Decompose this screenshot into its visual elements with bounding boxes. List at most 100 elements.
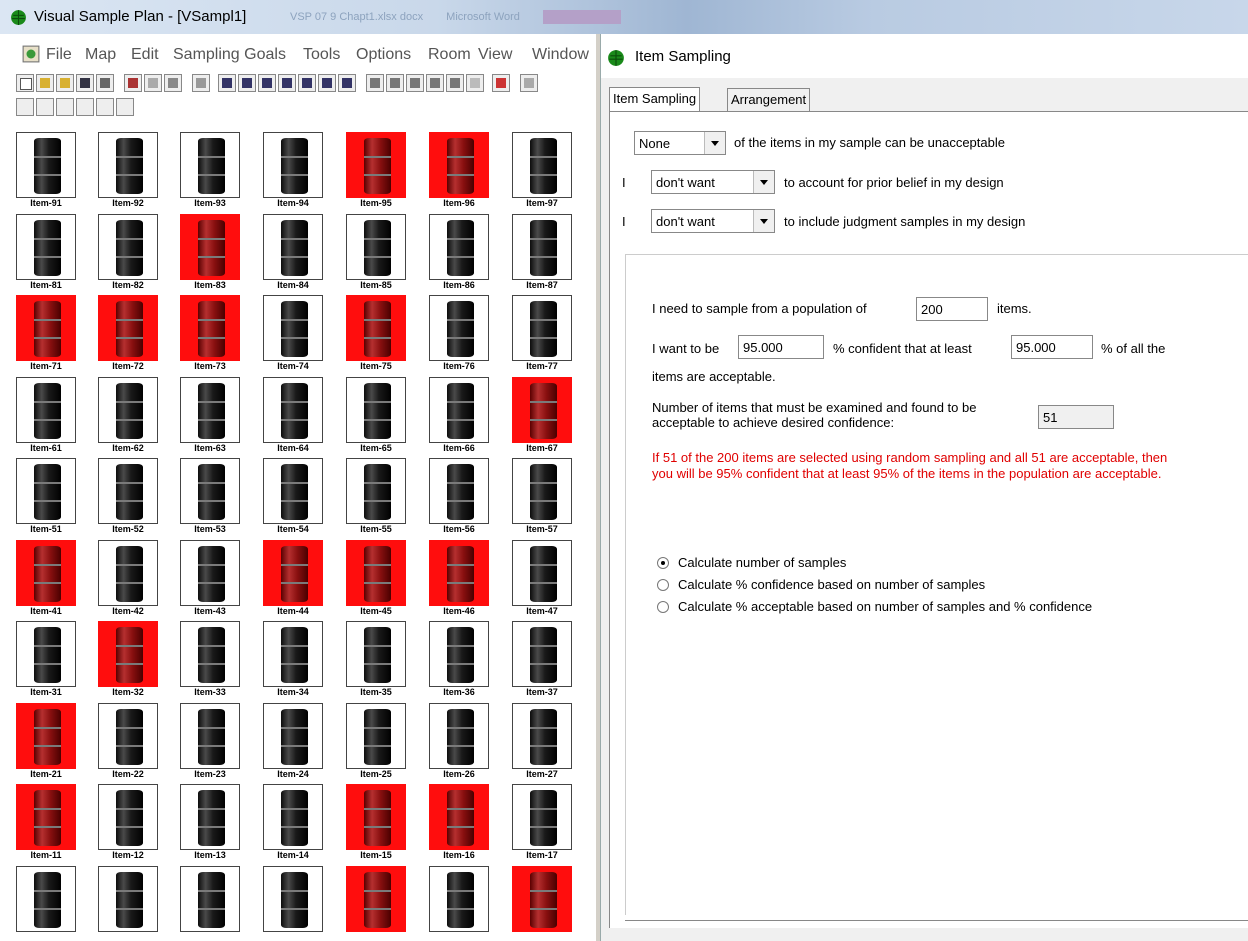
item-cell[interactable]: Item-37 xyxy=(512,621,572,699)
item-cell[interactable]: Item-16 xyxy=(429,784,489,862)
item-cell[interactable]: Item-23 xyxy=(180,702,240,781)
cost-view-icon[interactable] xyxy=(258,74,276,92)
item-cell[interactable]: Item-15 xyxy=(346,784,406,862)
item-cell[interactable]: Item-22 xyxy=(98,702,158,781)
sample-pin-icon[interactable] xyxy=(366,74,384,92)
pan-hand-icon[interactable] xyxy=(446,74,464,92)
item-cell[interactable]: Item-85 xyxy=(346,213,406,292)
menu-view[interactable]: View xyxy=(478,46,512,64)
item-cell[interactable]: Item-82 xyxy=(98,213,158,292)
item-cell[interactable]: Item-76 xyxy=(429,295,489,373)
item-cell[interactable]: Item-21 xyxy=(16,702,76,781)
polyline-tool-icon[interactable] xyxy=(16,98,34,116)
item-cell[interactable]: Item-56 xyxy=(429,458,489,536)
item-cell[interactable]: Item-33 xyxy=(180,621,240,699)
calc-acceptable-radio[interactable] xyxy=(657,601,669,613)
item-cell[interactable]: Item-31 xyxy=(16,621,76,699)
item-cell[interactable]: Item-62 xyxy=(98,376,158,455)
item-cell[interactable]: Item-51 xyxy=(16,458,76,536)
item-cell[interactable] xyxy=(263,865,323,941)
paste-icon[interactable] xyxy=(164,74,182,92)
ellipse-tool-icon[interactable] xyxy=(56,98,74,116)
text-tool-icon[interactable] xyxy=(96,98,114,116)
item-cell[interactable]: Item-12 xyxy=(98,784,158,862)
cut-icon[interactable] xyxy=(124,74,142,92)
item-cell[interactable]: Item-63 xyxy=(180,376,240,455)
item-cell[interactable]: Item-64 xyxy=(263,376,323,455)
item-cell[interactable]: Item-84 xyxy=(263,213,323,292)
item-cell[interactable]: Item-71 xyxy=(16,295,76,373)
menu-options[interactable]: Options xyxy=(356,46,411,64)
item-cell[interactable]: Item-86 xyxy=(429,213,489,292)
table-view-icon[interactable] xyxy=(338,74,356,92)
item-cell[interactable]: Item-72 xyxy=(98,295,158,373)
item-cell[interactable]: Item-55 xyxy=(346,458,406,536)
copy-icon[interactable] xyxy=(144,74,162,92)
help-icon[interactable] xyxy=(520,74,538,92)
item-cell[interactable]: Item-65 xyxy=(346,376,406,455)
unacceptable-count-select[interactable]: None xyxy=(634,131,726,155)
judgment-select[interactable]: don't want xyxy=(651,209,775,233)
item-cell[interactable]: Item-41 xyxy=(16,539,76,618)
grid-tool-icon[interactable] xyxy=(116,98,134,116)
population-size-input[interactable] xyxy=(916,297,988,321)
item-cell[interactable]: Item-53 xyxy=(180,458,240,536)
calc-confidence-label[interactable]: Calculate % confidence based on number o… xyxy=(678,577,985,592)
item-cell[interactable]: Item-13 xyxy=(180,784,240,862)
item-cell[interactable]: Item-54 xyxy=(263,458,323,536)
item-cell[interactable]: Item-87 xyxy=(512,213,572,292)
tab-item-sampling[interactable]: Item Sampling xyxy=(609,87,701,112)
item-cell[interactable]: Item-73 xyxy=(180,295,240,373)
document-icon[interactable] xyxy=(22,45,40,63)
menu-room[interactable]: Room xyxy=(428,46,471,64)
item-cell[interactable]: Item-67 xyxy=(512,376,572,455)
menu-file[interactable]: File xyxy=(46,46,72,64)
item-cell[interactable]: Item-42 xyxy=(98,539,158,618)
calc-samples-radio[interactable] xyxy=(657,557,669,569)
exit-icon[interactable] xyxy=(492,74,510,92)
3d-view-icon[interactable] xyxy=(318,74,336,92)
item-cell[interactable]: Item-17 xyxy=(512,784,572,862)
item-cell[interactable]: Item-11 xyxy=(16,784,76,862)
report-view-icon[interactable] xyxy=(278,74,296,92)
item-cell[interactable] xyxy=(16,865,76,941)
item-cell[interactable] xyxy=(512,865,572,941)
item-cell[interactable] xyxy=(346,865,406,941)
menu-sampling-goals[interactable]: Sampling Goals xyxy=(173,46,286,64)
menu-tools[interactable]: Tools xyxy=(303,46,340,64)
item-cell[interactable]: Item-14 xyxy=(263,784,323,862)
menu-window[interactable]: Window xyxy=(532,46,589,64)
item-cell[interactable]: Item-26 xyxy=(429,702,489,781)
graph-view-icon[interactable] xyxy=(238,74,256,92)
item-cell[interactable]: Item-83 xyxy=(180,213,240,292)
item-cell[interactable]: Item-24 xyxy=(263,702,323,781)
item-cell[interactable]: Item-77 xyxy=(512,295,572,373)
item-cell[interactable]: Item-36 xyxy=(429,621,489,699)
rectangle-tool-icon[interactable] xyxy=(36,98,54,116)
chevron-down-icon[interactable] xyxy=(753,210,774,232)
sample-pin-remove-icon[interactable] xyxy=(386,74,404,92)
sample-pins-icon[interactable] xyxy=(406,74,424,92)
chevron-down-icon[interactable] xyxy=(704,132,725,154)
item-cell[interactable]: Item-91 xyxy=(16,132,76,210)
item-cell[interactable]: Item-61 xyxy=(16,376,76,455)
coordinates-icon[interactable] xyxy=(298,74,316,92)
item-cell[interactable]: Item-52 xyxy=(98,458,158,536)
item-cell[interactable]: Item-47 xyxy=(512,539,572,618)
item-cell[interactable]: Item-74 xyxy=(263,295,323,373)
zoom-extent-icon[interactable] xyxy=(466,74,484,92)
arc-tool-icon[interactable] xyxy=(76,98,94,116)
item-cell[interactable]: Item-75 xyxy=(346,295,406,373)
item-cell[interactable]: Item-66 xyxy=(429,376,489,455)
open-folder-icon[interactable] xyxy=(36,74,54,92)
new-file-icon[interactable] xyxy=(16,74,34,92)
acceptable-percent-input[interactable] xyxy=(1011,335,1093,359)
calc-samples-label[interactable]: Calculate number of samples xyxy=(678,555,846,570)
item-cell[interactable]: Item-35 xyxy=(346,621,406,699)
open-map-icon[interactable] xyxy=(56,74,74,92)
item-cell[interactable]: Item-93 xyxy=(180,132,240,210)
item-cell[interactable]: Item-92 xyxy=(98,132,158,210)
item-cell[interactable]: Item-81 xyxy=(16,213,76,292)
chevron-down-icon[interactable] xyxy=(753,171,774,193)
undo-icon[interactable] xyxy=(192,74,210,92)
